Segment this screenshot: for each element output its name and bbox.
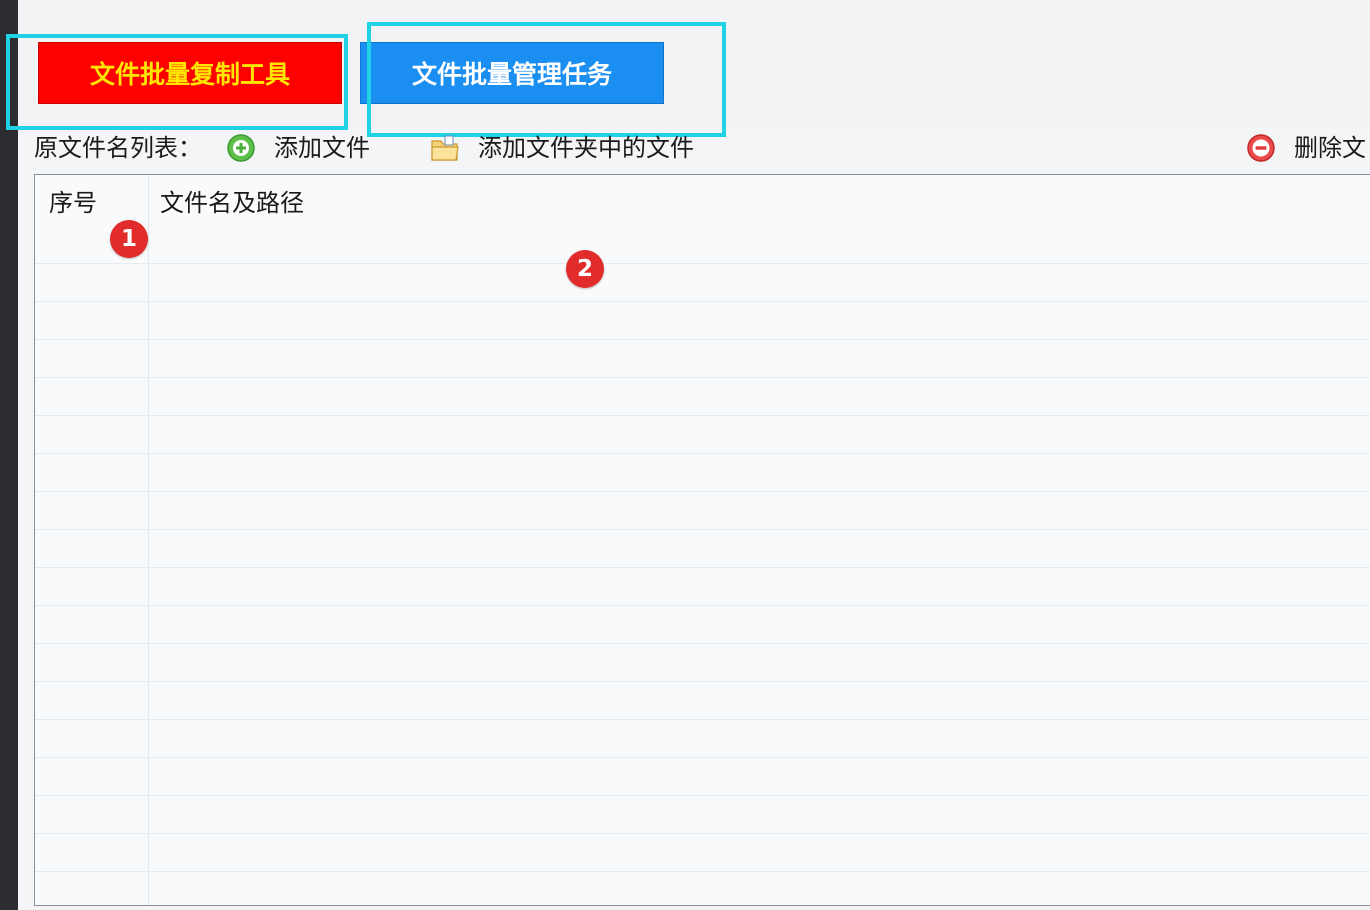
delete-file-label: 删除文 xyxy=(1294,134,1366,162)
manage-task-button[interactable]: 文件批量管理任务 xyxy=(360,42,664,104)
table-row-line xyxy=(35,757,1370,758)
window-left-edge xyxy=(0,0,18,910)
add-folder-files-label: 添加文件夹中的文件 xyxy=(478,134,694,162)
table-row-line xyxy=(35,377,1370,378)
table-row-line xyxy=(35,871,1370,872)
add-file-button[interactable]: 添加文件 xyxy=(226,130,370,166)
table-row-line xyxy=(35,681,1370,682)
table-row-line xyxy=(35,795,1370,796)
table-row-line xyxy=(35,453,1370,454)
column-header-index[interactable]: 序号 xyxy=(49,185,97,221)
add-folder-files-button[interactable]: 添加文件夹中的文件 xyxy=(430,130,694,166)
table-row-line xyxy=(35,605,1370,606)
step-marker-2: 2 xyxy=(566,250,604,288)
plus-circle-icon xyxy=(226,133,256,163)
table-row-line xyxy=(35,567,1370,568)
table-row-line xyxy=(35,643,1370,644)
table-row-line xyxy=(35,301,1370,302)
table-row-line xyxy=(35,833,1370,834)
minus-circle-icon xyxy=(1246,133,1276,163)
add-file-label: 添加文件 xyxy=(274,134,370,162)
table-row-line xyxy=(35,415,1370,416)
file-list-label: 原文件名列表： xyxy=(34,134,202,162)
table-row-line xyxy=(35,529,1370,530)
folder-icon xyxy=(430,133,460,163)
copy-tool-button[interactable]: 文件批量复制工具 xyxy=(38,42,342,104)
file-list-table[interactable]: 序号 文件名及路径 xyxy=(34,174,1370,906)
step-marker-1: 1 xyxy=(110,220,148,258)
table-row-line xyxy=(35,339,1370,340)
table-row-line xyxy=(35,719,1370,720)
column-header-path[interactable]: 文件名及路径 xyxy=(160,185,304,221)
table-row-line xyxy=(35,263,1370,264)
delete-file-button[interactable]: 删除文 xyxy=(1246,130,1366,166)
table-row-line xyxy=(35,491,1370,492)
file-list-toolbar: 原文件名列表： 添加文件 添加文件夹中的文件 删除文 xyxy=(18,128,1370,172)
